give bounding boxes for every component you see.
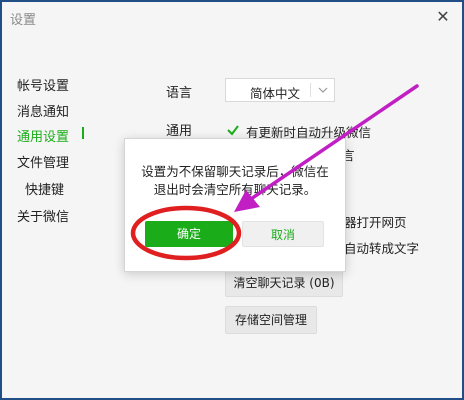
sidebar-item-notifications[interactable]: 消息通知 [17,101,69,120]
storage-management-button[interactable]: 存储空间管理 [225,306,317,334]
sidebar-item-shortcuts[interactable]: 快捷键 [25,179,64,198]
general-label: 通用 [166,124,193,139]
close-icon[interactable]: ✕ [434,8,452,26]
language-value: 简体中文 [250,86,301,101]
partial-option-text-3: 自动转成文字 [344,241,420,256]
active-indicator [82,127,84,139]
ok-button[interactable]: 确定 [145,221,233,247]
dialog-message-line-2: 退出时会清空所有聊天记录。 [153,182,317,197]
confirm-dialog: 设置为不保留聊天记录后，微信在 退出时会清空所有聊天记录。 确定 取消 [124,138,346,272]
dialog-message: 设置为不保留聊天记录后，微信在 退出时会清空所有聊天记录。 [125,163,345,199]
sidebar-item-files[interactable]: 文件管理 [17,152,69,171]
partial-option-text-2: 器打开网页 [344,215,407,230]
window-title: 设置 [10,13,37,28]
title-bar: 设置 ✕ [2,2,462,34]
select-divider [310,83,311,97]
clear-history-button[interactable]: 清空聊天记录 (0B) [225,269,343,297]
sidebar-item-account[interactable]: 帐号设置 [17,75,69,94]
settings-window: 设置 ✕ 帐号设置 消息通知 通用设置 文件管理 快捷键 关于微信 语言 简体中… [0,0,464,400]
language-label: 语言 [166,86,193,101]
cancel-button[interactable]: 取消 [242,221,324,247]
dialog-message-line-1: 设置为不保留聊天记录后，微信在 [141,164,329,179]
chevron-down-icon [318,87,328,93]
check-icon[interactable] [226,123,240,137]
language-select[interactable]: 简体中文 [225,78,335,102]
sidebar-item-about[interactable]: 关于微信 [17,206,69,225]
sidebar-item-general[interactable]: 通用设置 [17,126,69,145]
